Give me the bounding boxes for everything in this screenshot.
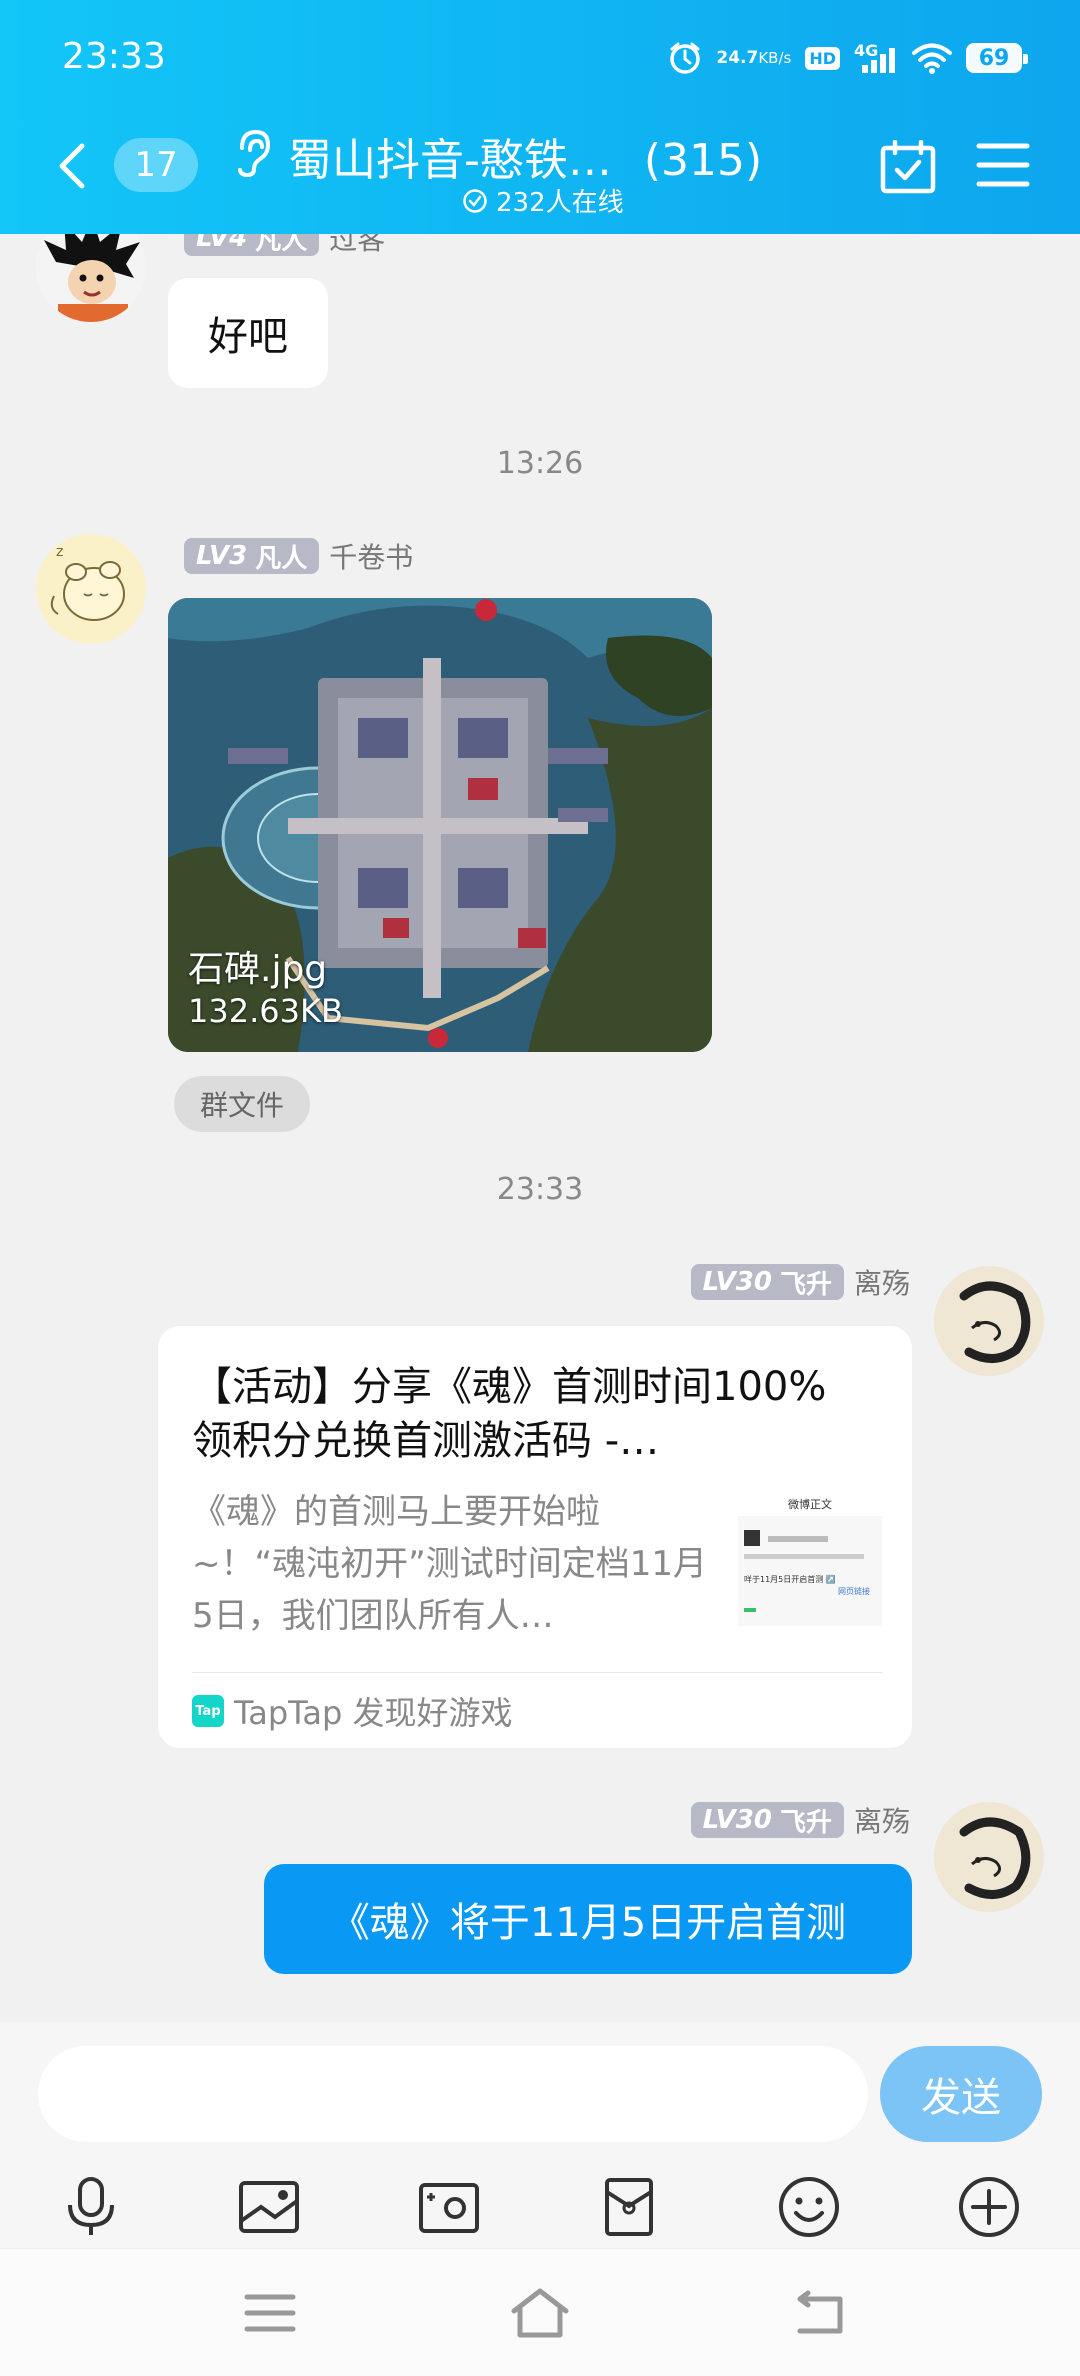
level-badge: LV30 飞升 <box>690 1264 844 1300</box>
group-file-tag[interactable]: 群文件 <box>174 1076 310 1132</box>
message-text: 《魂》将于11月5日开启首测 <box>329 1900 847 1946</box>
rank-label: 飞升 <box>779 1807 832 1838</box>
input-area: 发送 <box>0 2022 1080 2248</box>
message-bubble[interactable]: 好吧 <box>168 278 328 388</box>
group-name: 蜀山抖音-憨铁… <box>288 135 612 186</box>
calendar-check-icon <box>880 139 936 194</box>
mic-icon[interactable] <box>56 2172 126 2242</box>
home-button[interactable] <box>508 2283 572 2343</box>
outgoing-message-bubble[interactable]: 《魂》将于11月5日开启首测 <box>264 1864 912 1974</box>
menu-button[interactable] <box>976 140 1030 190</box>
image-file-name: 石碑.jpg <box>188 949 328 990</box>
alarm-icon <box>668 41 702 75</box>
share-source: Tap TapTap 发现好游戏 <box>192 1686 513 1736</box>
red-packet-icon[interactable] <box>594 2172 664 2242</box>
share-title: 【活动】分享《魂》首测时间100%领积分兑换首测激活码 -… <box>192 1364 827 1464</box>
return-icon <box>797 2290 843 2334</box>
camera-icon[interactable] <box>414 2172 484 2242</box>
share-description: 《魂》的首测马上要开始啦~！“魂沌初开”测试时间定档11月5日，我们团队所有人… <box>192 1492 707 1636</box>
image-caption: 石碑.jpg 132.63KB <box>188 940 343 1030</box>
home-icon <box>511 2288 569 2338</box>
menu-icon <box>976 143 1030 187</box>
share-thumbnail: 微博正文 咩于11月5日开启首测 ↗️ 网页链接 <box>738 1490 882 1626</box>
status-icons: 24.7 KB/s HD 4G 69 <box>668 36 1028 80</box>
thumbnail-line: 咩于11月5日开启首测 ↗️ <box>744 1574 836 1584</box>
back-nav-button[interactable] <box>790 2283 854 2343</box>
sender-name[interactable]: 离殇 <box>854 1262 910 1302</box>
member-count: (315) <box>643 135 763 186</box>
unread-count: 17 <box>134 145 178 185</box>
thumbnail-link: 网页链接 <box>838 1586 870 1596</box>
battery-level: 69 <box>978 45 1010 71</box>
hd-label: HD <box>809 48 836 68</box>
sender-row: LV3 凡人 千卷书 <box>184 536 413 576</box>
calendar-check-button[interactable] <box>880 139 936 194</box>
emoji-icon[interactable] <box>774 2172 844 2242</box>
level-label: LV30 <box>702 1805 772 1835</box>
message-input[interactable] <box>38 2046 868 2142</box>
chat-screen: 23:33 24.7 KB/s HD 4G 69 17 蜀山抖音-憨铁… (31… <box>0 0 1080 2376</box>
image-icon[interactable] <box>234 2172 304 2242</box>
unread-count-badge[interactable]: 17 <box>114 138 198 192</box>
message-text: 好吧 <box>208 314 288 360</box>
ear-icon <box>232 128 272 178</box>
check-circle-icon <box>463 188 487 213</box>
thumbnail-title: 微博正文 <box>788 1497 832 1511</box>
level-badge: LV3 凡人 <box>184 538 320 574</box>
level-label: LV30 <box>702 1267 772 1297</box>
net-speed: 24.7 KB/s <box>716 48 792 68</box>
avatar[interactable] <box>934 1266 1044 1376</box>
online-count: 232人在线 <box>496 188 624 218</box>
avatar[interactable] <box>36 234 146 322</box>
wifi-icon <box>912 42 952 74</box>
header: 23:33 24.7 KB/s HD 4G 69 17 蜀山抖音-憨铁… (31… <box>0 0 1080 234</box>
avatar[interactable]: z <box>36 534 146 644</box>
image-file-size: 132.63KB <box>188 992 343 1030</box>
sender-name[interactable]: 过客 <box>329 234 385 258</box>
sender-row: LV30 飞升 离殇 <box>690 1800 910 1840</box>
sender-name[interactable]: 离殇 <box>854 1800 910 1840</box>
network-label: 4G <box>854 41 879 60</box>
rank-label: 凡人 <box>255 234 308 256</box>
hd-icon: HD <box>805 46 840 70</box>
share-card[interactable]: 【活动】分享《魂》首测时间100%领积分兑换首测激活码 -… 《魂》的首测马上要… <box>158 1326 912 1748</box>
status-time: 23:33 <box>62 36 166 77</box>
sender-row: LV30 飞升 离殇 <box>690 1262 910 1302</box>
battery-icon: 69 <box>966 43 1028 73</box>
back-button[interactable] <box>52 138 92 194</box>
share-divider <box>192 1672 882 1673</box>
sender-name[interactable]: 千卷书 <box>329 536 413 576</box>
level-label: LV4 <box>196 234 248 253</box>
time-separator: 23:33 <box>496 1172 584 1207</box>
level-badge: LV30 飞升 <box>690 1802 844 1838</box>
recent-apps-button[interactable] <box>238 2283 302 2343</box>
rank-label: 飞升 <box>779 1269 832 1300</box>
signal-icon: 4G <box>854 41 898 75</box>
menu-lines-icon <box>244 2294 296 2332</box>
message-list[interactable]: LV4 凡人 过客 好吧 13:26 z LV3 凡人 千卷书 石碑.jpg 1… <box>0 234 1080 2022</box>
share-source-label: TapTap 发现好游戏 <box>234 1694 513 1732</box>
time-separator: 13:26 <box>496 446 584 481</box>
group-title[interactable]: 蜀山抖音-憨铁… (315) <box>288 124 762 188</box>
level-label: LV3 <box>196 541 248 571</box>
avatar[interactable] <box>934 1802 1044 1912</box>
sender-row: LV4 凡人 过客 <box>184 234 385 258</box>
net-speed-value: 24.7 <box>716 48 759 68</box>
plus-icon[interactable] <box>954 2172 1024 2242</box>
level-badge: LV4 凡人 <box>184 234 320 256</box>
online-status: 232人在线 <box>462 182 624 219</box>
rank-label: 凡人 <box>255 543 308 574</box>
system-nav-bar <box>0 2248 1080 2376</box>
send-button[interactable]: 发送 <box>880 2046 1042 2142</box>
taptap-icon: Tap <box>192 1695 224 1727</box>
image-message[interactable]: 石碑.jpg 132.63KB <box>168 598 712 1052</box>
net-speed-unit: KB/s <box>758 49 792 67</box>
svg-text:z: z <box>56 544 63 560</box>
